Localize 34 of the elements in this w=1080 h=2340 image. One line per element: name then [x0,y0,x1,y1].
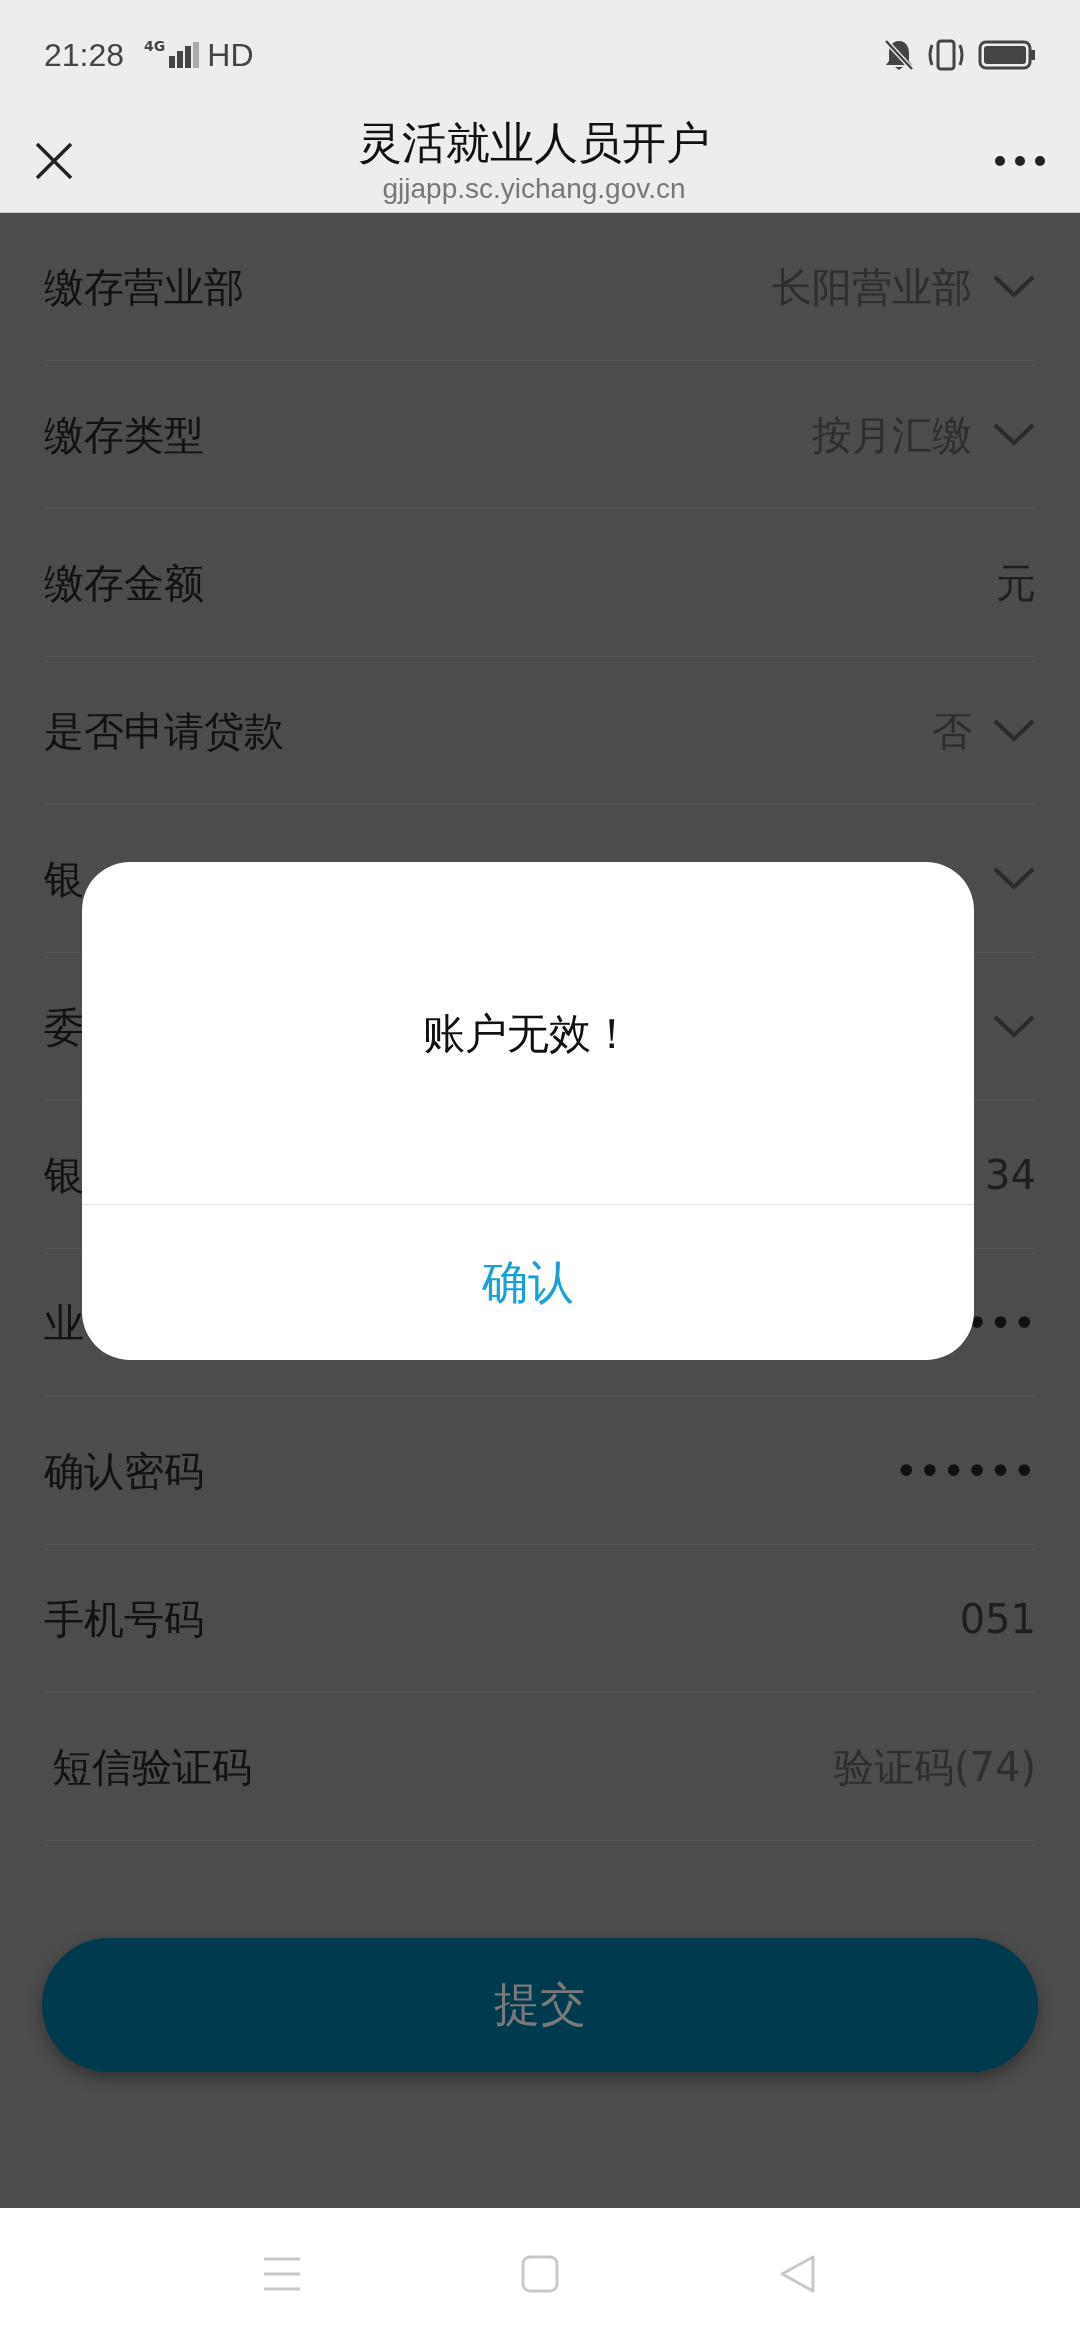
field-label: 委 [44,1002,84,1052]
chevron-down-icon [992,273,1036,300]
field-label: 业 [44,1298,84,1348]
field-label: 缴存营业部 [44,262,244,312]
page-title: 灵活就业人员开户 [358,116,710,170]
chevron-down-icon [992,421,1036,448]
field-value[interactable]: •••••• [894,1440,1036,1501]
confirm-button[interactable]: 确认 [82,1205,974,1360]
field-label: 确认密码 [44,1446,204,1496]
page-url: gjjapp.sc.yichang.gov.cn [382,172,686,206]
more-icon[interactable] [994,155,1046,167]
chevron-down-icon [992,1013,1036,1040]
home-icon[interactable] [521,2255,559,2293]
field-label: 是否申请贷款 [44,706,284,756]
network-label: 4G [144,37,166,56]
vibrate-icon [926,39,966,71]
battery-icon [978,40,1036,70]
field-label: 银 [44,1150,84,1200]
chevron-down-icon [992,865,1036,892]
menu-icon[interactable] [263,2256,301,2292]
submit-button[interactable]: 提交 [42,1937,1038,2072]
back-icon[interactable] [779,2254,817,2294]
chevron-down-icon [992,717,1036,744]
dialog-message: 账户无效！ [423,1007,633,1060]
status-time: 21:28 [44,36,125,75]
field-label: 缴存金额 [44,558,204,608]
field-label: 银 [44,854,84,904]
bell-off-icon [884,39,914,71]
field-label: 短信验证码 [52,1742,252,1792]
close-icon[interactable] [34,141,74,181]
field-label: 手机号码 [44,1594,204,1644]
field-label: 缴存类型 [44,410,204,460]
signal-icon [169,42,200,68]
hd-label: HD [207,36,254,75]
